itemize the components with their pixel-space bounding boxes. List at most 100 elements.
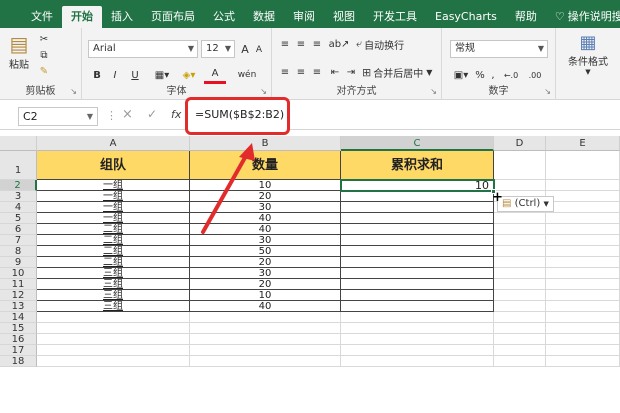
tab-insert[interactable]: 插入 — [102, 6, 142, 28]
row-header[interactable]: 11 — [0, 279, 37, 290]
grid-cell[interactable] — [494, 356, 546, 367]
team-cell[interactable]: 二组 — [37, 235, 190, 246]
enter-button[interactable]: ✓ — [147, 107, 157, 121]
grid-cell[interactable] — [546, 246, 620, 257]
increase-indent-icon[interactable]: ⇥ — [344, 64, 358, 80]
grid-cell[interactable] — [546, 268, 620, 279]
align-middle-icon[interactable]: ≡ — [294, 36, 308, 52]
align-bottom-icon[interactable]: ≡ — [310, 36, 324, 52]
grid-cell[interactable] — [546, 279, 620, 290]
grid-cell[interactable] — [546, 235, 620, 246]
team-cell[interactable]: 二组 — [37, 246, 190, 257]
insert-function-button[interactable]: fx — [171, 108, 181, 121]
cumulative-sum-cell[interactable] — [341, 279, 494, 290]
grid-cell[interactable] — [494, 312, 546, 323]
column-header-d[interactable]: D — [494, 136, 546, 151]
column-header-b[interactable]: B — [190, 136, 341, 151]
orientation-icon[interactable]: ab↗ — [329, 36, 350, 52]
quantity-cell[interactable]: 30 — [190, 268, 341, 279]
tab-formulas[interactable]: 公式 — [204, 6, 244, 28]
grid-cell[interactable] — [494, 235, 546, 246]
grow-font-button[interactable]: A — [238, 40, 252, 58]
tab-page-layout[interactable]: 页面布局 — [142, 6, 204, 28]
quantity-cell[interactable]: 30 — [190, 235, 341, 246]
tab-developer[interactable]: 开发工具 — [364, 6, 426, 28]
cumulative-sum-cell[interactable] — [341, 301, 494, 312]
quantity-cell[interactable]: 20 — [190, 257, 341, 268]
grid-cell[interactable] — [494, 257, 546, 268]
quantity-cell[interactable]: 10 — [190, 290, 341, 301]
grid-cell[interactable] — [37, 323, 190, 334]
dialog-launcher-icon[interactable]: ↘ — [430, 87, 437, 96]
grid-cell[interactable] — [494, 268, 546, 279]
format-painter-icon[interactable]: ✎ — [36, 64, 52, 78]
row-header[interactable]: 8 — [0, 246, 37, 257]
shrink-font-button[interactable]: A — [253, 42, 265, 58]
tab-view[interactable]: 视图 — [324, 6, 364, 28]
column-header-e[interactable]: E — [546, 136, 620, 151]
copy-icon[interactable]: ⧉ — [36, 48, 52, 62]
cumulative-sum-cell[interactable] — [341, 213, 494, 224]
grid-cell[interactable] — [341, 356, 494, 367]
quantity-cell[interactable]: 20 — [190, 279, 341, 290]
grid-cell[interactable] — [546, 345, 620, 356]
team-cell[interactable]: 一组 — [37, 180, 190, 191]
grid-cell[interactable] — [37, 334, 190, 345]
quantity-cell[interactable]: 40 — [190, 301, 341, 312]
cumulative-sum-cell[interactable] — [341, 224, 494, 235]
header-team[interactable]: 组队 — [37, 151, 190, 180]
conditional-formatting-button[interactable]: ▦ 条件格式 ▼ — [560, 32, 616, 76]
cumulative-sum-cell[interactable] — [341, 202, 494, 213]
tell-me-search[interactable]: ♡操作说明搜索 — [546, 6, 620, 28]
row-header[interactable]: 13 — [0, 301, 37, 312]
tab-file[interactable]: 文件 — [22, 6, 62, 28]
row-header[interactable]: 16 — [0, 334, 37, 345]
wrap-text-button[interactable]: ⤶ 自动换行 — [356, 36, 436, 52]
grid-cell[interactable] — [546, 356, 620, 367]
row-header[interactable]: 17 — [0, 345, 37, 356]
dialog-launcher-icon[interactable]: ↘ — [544, 87, 551, 96]
decrease-indent-icon[interactable]: ⇤ — [328, 64, 342, 80]
align-center-icon[interactable]: ≡ — [294, 64, 308, 80]
font-size-select[interactable]: 12 ▼ — [201, 40, 235, 58]
paste-button[interactable]: ▤ 粘贴 — [4, 32, 34, 71]
grid-cell[interactable] — [546, 323, 620, 334]
formula-input-highlighted[interactable]: =SUM($B$2:B2) — [185, 97, 290, 135]
quantity-cell[interactable]: 10 — [190, 180, 341, 191]
header-cumulative-sum[interactable]: 累积求和 — [341, 151, 494, 180]
grid-cell[interactable] — [494, 290, 546, 301]
cumulative-sum-cell[interactable] — [341, 235, 494, 246]
font-name-select[interactable]: Arial ▼ — [88, 40, 198, 58]
cumulative-sum-cell[interactable] — [341, 268, 494, 279]
tab-data[interactable]: 数据 — [244, 6, 284, 28]
grid-cell[interactable] — [546, 334, 620, 345]
cancel-button[interactable]: × — [122, 107, 133, 122]
grid-cell[interactable] — [546, 301, 620, 312]
quantity-cell[interactable]: 50 — [190, 246, 341, 257]
quantity-cell[interactable]: 40 — [190, 213, 341, 224]
row-header[interactable]: 15 — [0, 323, 37, 334]
row-header[interactable]: 1 — [0, 151, 37, 180]
grid-cell[interactable] — [546, 151, 620, 180]
grid-cell[interactable] — [190, 356, 341, 367]
row-header[interactable]: 12 — [0, 290, 37, 301]
grid-cell[interactable] — [190, 323, 341, 334]
team-cell[interactable]: 一组 — [37, 191, 190, 202]
merge-center-button[interactable]: ⊞ 合并后居中 ▼ — [362, 64, 440, 80]
cumulative-sum-cell[interactable] — [341, 257, 494, 268]
team-cell[interactable]: 一组 — [37, 213, 190, 224]
team-cell[interactable]: 二组 — [37, 257, 190, 268]
paste-options-button[interactable]: ▤ (Ctrl) ▼ — [497, 196, 554, 212]
row-header[interactable]: 18 — [0, 356, 37, 367]
quantity-cell[interactable]: 40 — [190, 224, 341, 235]
team-cell[interactable]: 二组 — [37, 224, 190, 235]
quantity-cell[interactable]: 20 — [190, 191, 341, 202]
team-cell[interactable]: 三组 — [37, 279, 190, 290]
grid-cell[interactable] — [546, 257, 620, 268]
grid-cell[interactable] — [546, 290, 620, 301]
grid-cell[interactable] — [546, 191, 620, 202]
align-right-icon[interactable]: ≡ — [310, 64, 324, 80]
grid-cell[interactable] — [546, 224, 620, 235]
row-header[interactable]: 14 — [0, 312, 37, 323]
name-box[interactable]: C2 ▼ — [18, 107, 98, 126]
